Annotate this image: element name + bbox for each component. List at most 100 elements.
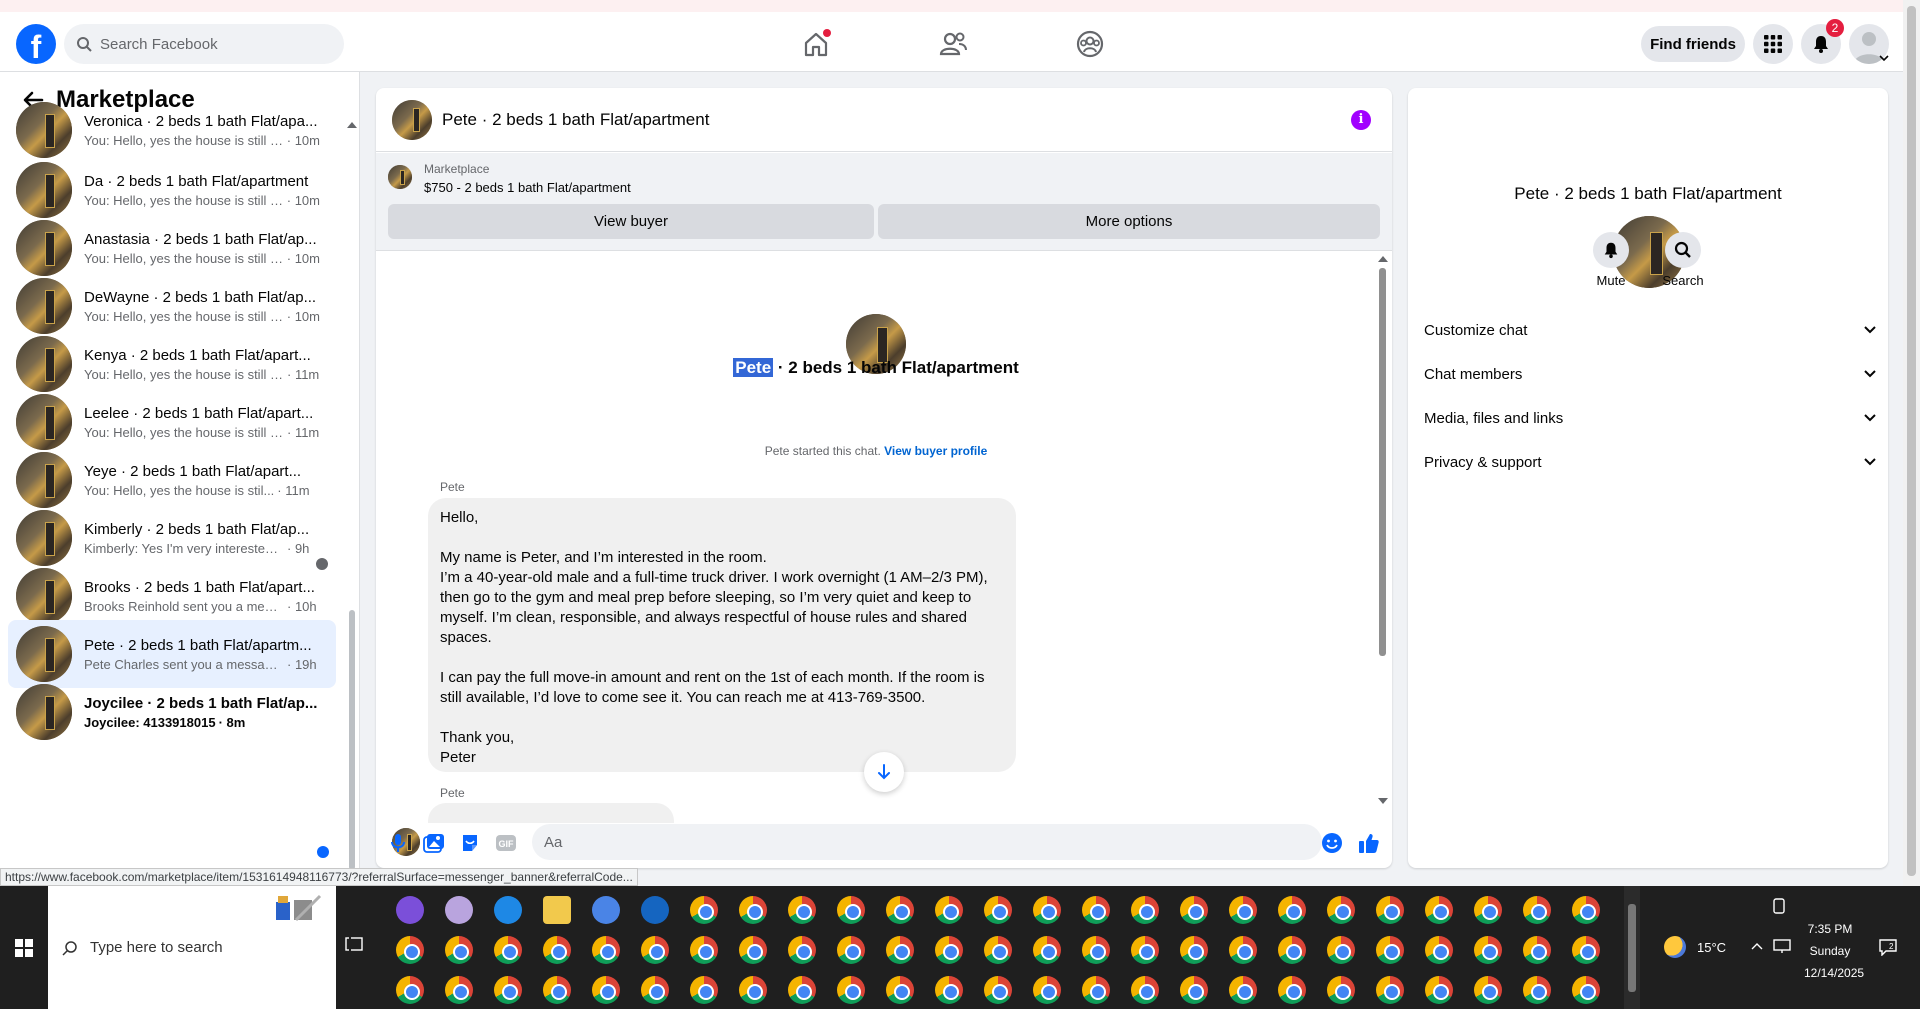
scroll-to-bottom-button[interactable] <box>864 752 904 792</box>
home-icon[interactable] <box>800 28 832 60</box>
chrome-profile-icon[interactable] <box>837 976 865 1004</box>
chrome-profile-icon[interactable] <box>1180 896 1208 924</box>
chrome-profile-icon[interactable] <box>1229 976 1257 1004</box>
chrome-profile-icon[interactable] <box>935 896 963 924</box>
chrome-profile-icon[interactable] <box>1523 936 1551 964</box>
chrome-profile-icon[interactable] <box>739 896 767 924</box>
microphone-icon[interactable] <box>386 831 410 855</box>
chrome-profile-icon[interactable] <box>1180 976 1208 1004</box>
chrome-profile-icon[interactable] <box>592 976 620 1004</box>
chrome-profile-icon[interactable] <box>739 936 767 964</box>
chat-scroll-down[interactable] <box>1378 798 1388 804</box>
mute-button[interactable] <box>1593 232 1629 268</box>
chrome-profile-icon[interactable] <box>886 936 914 964</box>
chrome-profile-icon[interactable] <box>592 936 620 964</box>
chrome-profile-icon[interactable] <box>690 976 718 1004</box>
chrome-profile-icon[interactable] <box>837 896 865 924</box>
view-buyer-button[interactable]: View buyer <box>388 204 874 239</box>
privacy-support-row[interactable]: Privacy & support <box>1424 444 1876 480</box>
chrome-profile-icon[interactable] <box>494 936 522 964</box>
chrome-profile-icon[interactable] <box>445 976 473 1004</box>
chrome-profile-icon[interactable] <box>690 896 718 924</box>
chrome-profile-icon[interactable] <box>1523 896 1551 924</box>
chrome-profile-icon[interactable] <box>641 976 669 1004</box>
chrome-profile-icon[interactable] <box>396 976 424 1004</box>
gif-icon[interactable]: GIF <box>494 831 518 855</box>
chrome-profile-icon[interactable] <box>788 976 816 1004</box>
chrome-profile-icon[interactable] <box>396 936 424 964</box>
chrome-profile-icon[interactable] <box>1033 936 1061 964</box>
chrome-profile-icon[interactable] <box>1278 976 1306 1004</box>
find-friends-button[interactable]: Find friends <box>1641 26 1745 62</box>
chrome-profile-icon[interactable] <box>1229 896 1257 924</box>
notification-center-icon[interactable]: 2 <box>1878 938 1898 956</box>
weather-icon[interactable] <box>1664 936 1686 958</box>
chrome-profile-icon[interactable] <box>1278 936 1306 964</box>
copilot-icon[interactable] <box>396 896 424 924</box>
chrome-profile-icon[interactable] <box>494 976 522 1004</box>
chrome-profile-icon[interactable] <box>690 936 718 964</box>
thumbs-up-icon[interactable] <box>1357 831 1381 855</box>
chrome-profile-icon[interactable] <box>935 936 963 964</box>
groups-icon[interactable] <box>1074 28 1106 60</box>
chrome-profile-icon[interactable] <box>543 976 571 1004</box>
emoji-icon[interactable] <box>1320 831 1344 855</box>
chrome-profile-icon[interactable] <box>1474 936 1502 964</box>
chrome-profile-icon[interactable] <box>641 936 669 964</box>
conversation-item[interactable]: Joycilee · 2 beds 1 bath Flat/ap... Joyci… <box>8 678 336 746</box>
chrome-profile-icon[interactable] <box>1523 976 1551 1004</box>
view-buyer-profile-link[interactable]: View buyer profile <box>884 444 987 458</box>
task-view-icon[interactable] <box>344 936 374 958</box>
clock[interactable]: 7:35 PM Sunday 12/14/2025 <box>1804 918 1864 984</box>
chevron-up-icon[interactable] <box>1751 942 1763 950</box>
friends-icon[interactable] <box>937 28 969 60</box>
chrome-profile-icon[interactable] <box>1376 936 1404 964</box>
chrome-profile-icon[interactable] <box>1572 896 1600 924</box>
chrome-profile-icon[interactable] <box>1376 976 1404 1004</box>
chrome-profile-icon[interactable] <box>1131 976 1159 1004</box>
chrome-profile-icon[interactable] <box>1474 976 1502 1004</box>
chrome-profile-icon[interactable] <box>837 936 865 964</box>
paint-icon[interactable] <box>445 896 473 924</box>
listing-thumbnail[interactable] <box>388 165 412 189</box>
taskbar-scrollbar[interactable] <box>1624 886 1640 1009</box>
chrome-profile-icon[interactable] <box>1327 896 1355 924</box>
media-files-links-row[interactable]: Media, files and links <box>1424 400 1876 436</box>
photo-icon[interactable] <box>422 831 446 855</box>
chrome-profile-icon[interactable] <box>1082 896 1110 924</box>
facebook-search-input[interactable]: Search Facebook <box>64 24 344 64</box>
chrome-profile-icon[interactable] <box>886 896 914 924</box>
more-options-button[interactable]: More options <box>878 204 1380 239</box>
chat-header-avatar[interactable] <box>392 99 432 140</box>
chrome-profile-icon[interactable] <box>739 976 767 1004</box>
chrome-profile-icon[interactable] <box>1572 936 1600 964</box>
chrome-profile-icon[interactable] <box>788 896 816 924</box>
edge-icon[interactable] <box>494 896 522 924</box>
temperature[interactable]: 15°C <box>1697 940 1726 955</box>
conversation-list-scrollbar[interactable] <box>349 610 355 870</box>
chrome-profile-icon[interactable] <box>1033 896 1061 924</box>
chrome-profile-icon[interactable] <box>886 976 914 1004</box>
chrome-profile-icon[interactable] <box>1572 976 1600 1004</box>
chrome-profile-icon[interactable] <box>1229 936 1257 964</box>
chrome-profile-icon[interactable] <box>788 936 816 964</box>
chrome-profile-icon[interactable] <box>1033 976 1061 1004</box>
chrome-profile-icon[interactable] <box>1425 976 1453 1004</box>
chrome-profile-icon[interactable] <box>1131 896 1159 924</box>
chat-members-row[interactable]: Chat members <box>1424 356 1876 392</box>
tray-device-icon[interactable] <box>1772 898 1786 914</box>
sticker-icon[interactable] <box>458 831 482 855</box>
info-icon[interactable]: i <box>1351 110 1371 130</box>
menu-grid-icon[interactable] <box>1753 24 1793 64</box>
chrome-profile-icon[interactable] <box>1082 976 1110 1004</box>
message-bubble-partial[interactable] <box>428 803 674 823</box>
network-icon[interactable] <box>1773 938 1791 954</box>
chrome-profile-icon[interactable] <box>1425 936 1453 964</box>
chrome-profile-icon[interactable] <box>984 936 1012 964</box>
chrome-profile-icon[interactable] <box>935 976 963 1004</box>
message-bubble[interactable]: Hello, My name is Peter, and I’m interes… <box>428 498 1016 772</box>
chrome-profile-icon[interactable] <box>984 976 1012 1004</box>
search-in-chat-button[interactable] <box>1665 232 1701 268</box>
chat-title[interactable]: Pete · 2 beds 1 bath Flat/apartment <box>442 110 709 130</box>
conversation-item[interactable]: Veronica · 2 beds 1 bath Flat/apa... You:… <box>8 96 336 164</box>
